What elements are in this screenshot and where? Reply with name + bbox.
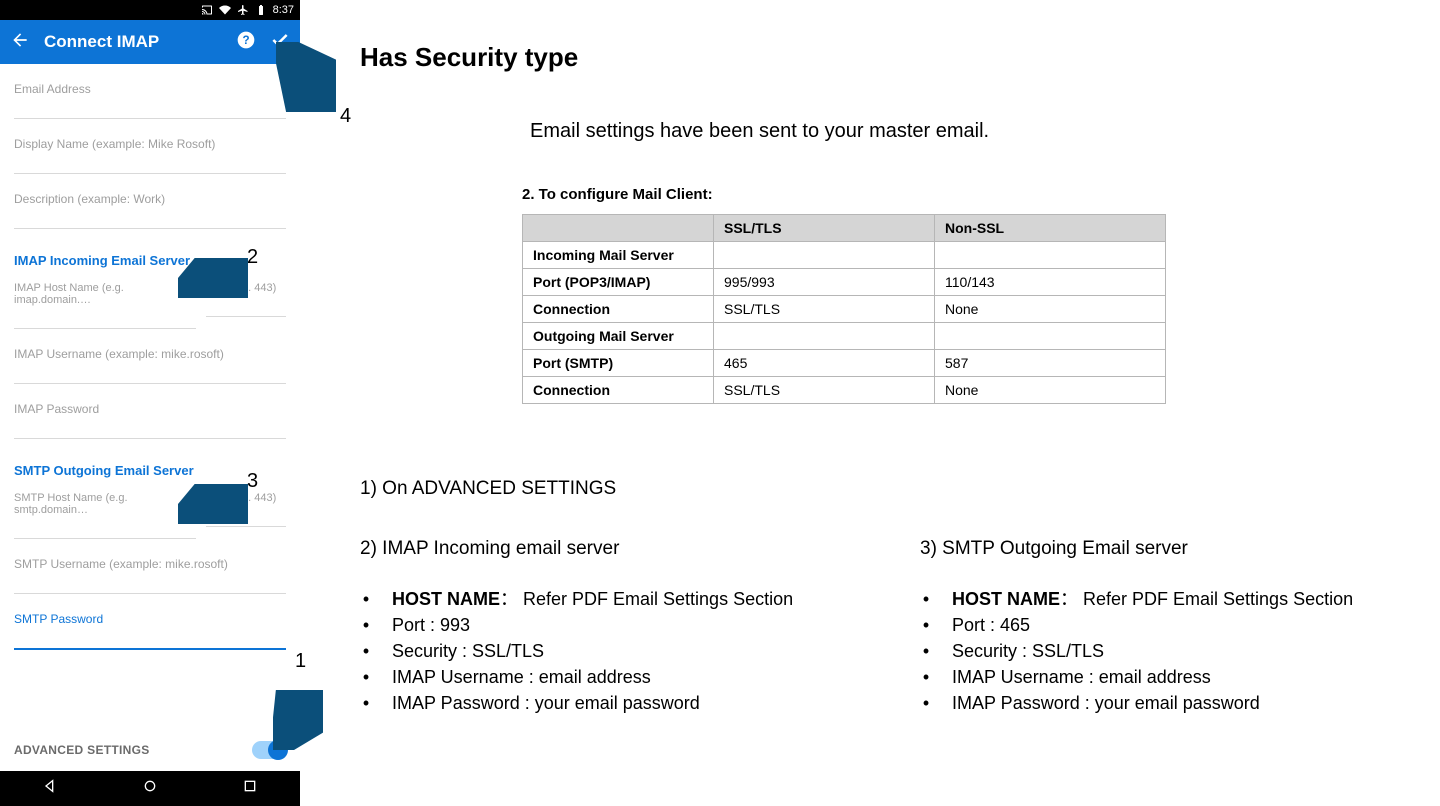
col-ssl: SSL/TLS <box>714 215 935 242</box>
email-field[interactable]: Email Address <box>14 82 286 96</box>
table-cell: SSL/TLS <box>714 377 935 404</box>
wifi-icon <box>219 4 231 16</box>
callout-arrow-1 <box>273 690 323 750</box>
bullet-username: IMAP Username : email address <box>392 664 651 690</box>
smtp-host-field[interactable]: SMTP Host Name (e.g. smtp.domain… <box>14 492 196 516</box>
col-nonssl: Non-SSL <box>935 215 1166 242</box>
bullet-password: IMAP Password : your email password <box>392 690 700 716</box>
step-3: 3) SMTP Outgoing Email server <box>920 538 1188 560</box>
sent-confirmation: Email settings have been sent to your ma… <box>530 120 989 143</box>
bullet-security: Security : SSL/TLS <box>952 638 1104 664</box>
table-cell: 587 <box>935 350 1166 377</box>
bullet-password: IMAP Password : your email password <box>952 690 1260 716</box>
cast-icon <box>201 4 213 16</box>
mail-config-table: SSL/TLS Non-SSL Incoming Mail Server Por… <box>522 214 1166 404</box>
description-field[interactable]: Description (example: Work) <box>14 192 286 206</box>
display-name-field[interactable]: Display Name (example: Mike Rosoft) <box>14 137 286 151</box>
bullet-security: Security : SSL/TLS <box>392 638 544 664</box>
airplane-icon <box>237 4 249 16</box>
table-row: Incoming Mail Server <box>523 242 714 269</box>
table-row: Connection <box>523 377 714 404</box>
callout-label-1: 1 <box>295 650 306 673</box>
callout-label-2: 2 <box>247 246 258 269</box>
smtp-bullet-list: •HOST NAME： Refer PDF Email Settings Sec… <box>920 586 1353 716</box>
table-cell: 995/993 <box>714 269 935 296</box>
smtp-section-heading: SMTP Outgoing Email Server <box>14 463 286 478</box>
phone-screenshot: 8:37 Connect IMAP ? Email Address Displa… <box>0 0 300 806</box>
android-nav-bar <box>0 771 300 806</box>
table-cell: None <box>935 296 1166 323</box>
battery-icon <box>255 4 267 16</box>
imap-username-field[interactable]: IMAP Username (example: mike.rosoft) <box>14 347 286 361</box>
table-row: Outgoing Mail Server <box>523 323 714 350</box>
bullet-port: Port : 465 <box>952 612 1030 638</box>
nav-home-icon[interactable] <box>142 778 158 799</box>
advanced-settings-row[interactable]: ADVANCED SETTINGS <box>0 729 300 771</box>
smtp-username-field[interactable]: SMTP Username (example: mike.rosoft) <box>14 557 286 571</box>
app-title: Connect IMAP <box>44 32 159 52</box>
doc-title: Has Security type <box>360 42 578 73</box>
status-time: 8:37 <box>273 4 294 16</box>
table-cell: 110/143 <box>935 269 1166 296</box>
mail-config-heading: 2. To configure Mail Client: <box>522 186 713 203</box>
callout-label-3: 3 <box>247 470 258 493</box>
imap-host-field[interactable]: IMAP Host Name (e.g. imap.domain.… <box>14 282 196 306</box>
step-2: 2) IMAP Incoming email server <box>360 538 619 560</box>
table-row: Port (POP3/IMAP) <box>523 269 714 296</box>
status-bar: 8:37 <box>0 0 300 20</box>
help-icon[interactable]: ? <box>236 30 256 55</box>
step-1: 1) On ADVANCED SETTINGS <box>360 478 616 500</box>
table-cell: 465 <box>714 350 935 377</box>
bullet-host-label: HOST NAME <box>392 589 500 609</box>
app-title-bar: Connect IMAP ? <box>0 20 300 64</box>
back-icon[interactable] <box>10 30 30 55</box>
smtp-password-field[interactable]: SMTP Password <box>14 612 286 626</box>
bullet-username: IMAP Username : email address <box>952 664 1211 690</box>
callout-label-4: 4 <box>340 105 351 128</box>
bullet-host-rest: ： Refer PDF Email Settings Section <box>500 589 793 609</box>
form-area: Email Address Display Name (example: Mik… <box>0 82 300 650</box>
imap-password-field[interactable]: IMAP Password <box>14 402 286 416</box>
table-row: Port (SMTP) <box>523 350 714 377</box>
callout-arrow-2 <box>178 258 248 298</box>
table-row: Connection <box>523 296 714 323</box>
callout-arrow-4 <box>276 42 336 112</box>
nav-recents-icon[interactable] <box>242 778 258 799</box>
nav-back-icon[interactable] <box>42 778 58 799</box>
table-cell: SSL/TLS <box>714 296 935 323</box>
bullet-host-label: HOST NAME <box>952 589 1060 609</box>
advanced-settings-label: ADVANCED SETTINGS <box>14 743 150 757</box>
bullet-host-rest: ： Refer PDF Email Settings Section <box>1060 589 1353 609</box>
callout-arrow-3 <box>178 484 248 524</box>
imap-bullet-list: •HOST NAME： Refer PDF Email Settings Sec… <box>360 586 793 716</box>
svg-text:?: ? <box>242 34 249 47</box>
bullet-port: Port : 993 <box>392 612 470 638</box>
table-cell: None <box>935 377 1166 404</box>
